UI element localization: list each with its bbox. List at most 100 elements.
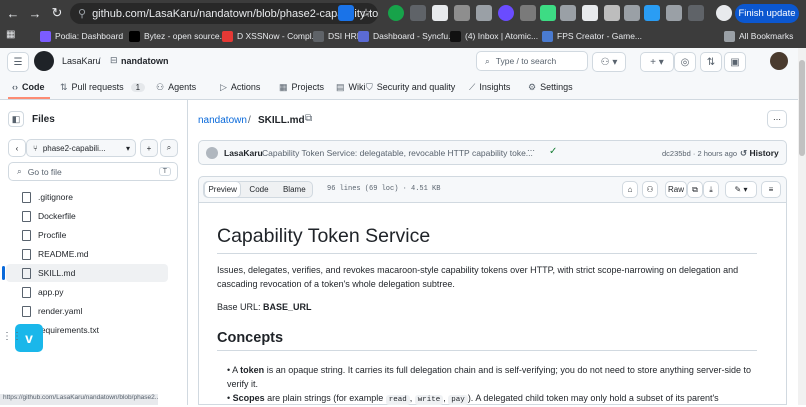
address-bar[interactable]: ⚲ github.com/LasaKaru/nandatown/blob/phas… — [70, 3, 378, 24]
search-input[interactable]: ⌕ Type / to search — [476, 51, 588, 71]
file-tree-item[interactable]: Dockerfile — [6, 207, 168, 225]
copilot-button[interactable]: ⚇ ▾ — [592, 52, 626, 72]
reload-icon[interactable]: ↻ — [46, 2, 68, 24]
bookmark-label: Bytez - open source... — [144, 31, 227, 41]
forward-icon[interactable]: → — [24, 2, 46, 24]
preview-tab[interactable]: Preview — [204, 181, 242, 198]
create-new-button[interactable]: + ▾ — [640, 52, 674, 72]
bookmark-item[interactable]: FPS Creator - Game... — [542, 28, 642, 44]
tab-settings[interactable]: ⚙ Settings — [528, 78, 573, 96]
copy-path-icon[interactable]: ⧉ — [305, 113, 312, 124]
download-icon[interactable]: ⤓ — [703, 181, 719, 198]
tab-projects[interactable]: ▦ Projects — [279, 78, 324, 96]
pull-requests-icon[interactable]: ⇅ — [700, 52, 722, 72]
extension-icon[interactable] — [454, 5, 470, 21]
tab-agents[interactable]: ⚇ Agents — [156, 78, 196, 96]
commit-author[interactable]: LasaKaru — [224, 148, 263, 158]
scrollbar-thumb[interactable] — [799, 60, 805, 156]
file-tree-item[interactable]: .gitignore — [6, 188, 168, 206]
all-bookmarks[interactable]: All Bookmarks — [724, 28, 793, 44]
github-logo-icon[interactable] — [34, 51, 54, 71]
file-icon — [22, 267, 31, 279]
notifications-icon[interactable]: ▣ — [724, 52, 746, 72]
go-to-file-placeholder: Go to file — [27, 166, 62, 177]
extension-icon[interactable] — [476, 5, 492, 21]
extension-icon[interactable] — [410, 5, 426, 21]
menu-icon[interactable]: ☰ — [7, 52, 29, 72]
open-symbols-icon[interactable]: ⌂ — [622, 181, 638, 198]
bookmark-item[interactable]: Bytez - open source... — [129, 28, 227, 44]
grammarly-icon[interactable] — [388, 5, 404, 21]
bookmark-item[interactable]: Dashboard - Syncfu... — [358, 28, 455, 44]
edit-button[interactable]: ✎ ▾ — [725, 181, 757, 198]
collapse-sidebar-icon[interactable]: ◧ — [8, 111, 24, 127]
puzzle-icon[interactable] — [688, 5, 704, 21]
finish-update-button[interactable]: Finish update — [735, 4, 799, 23]
go-to-file-input[interactable]: ⌕ Go to file T — [8, 162, 178, 181]
file-name-label: requirements.txt — [38, 325, 99, 335]
copy-icon[interactable]: ⧉ — [687, 181, 703, 198]
bookmark-favicon-icon — [358, 30, 369, 42]
bookmark-item[interactable]: D XSSNow - Compl... — [222, 28, 319, 44]
back-button[interactable]: ‹ — [8, 139, 26, 157]
extension-icon[interactable] — [624, 5, 640, 21]
branch-icon: ⑂ — [33, 143, 38, 153]
code-tab[interactable]: Code — [241, 185, 276, 194]
bookmark-favicon-icon — [542, 30, 553, 42]
tab-code[interactable]: ‹› Code — [12, 78, 45, 96]
file-tree-item[interactable]: render.yaml — [6, 302, 168, 320]
code-read: read — [385, 395, 410, 405]
drag-handle-icon[interactable]: ⋮⋮ — [2, 331, 22, 342]
issues-icon[interactable]: ◎ — [674, 52, 696, 72]
bookmark-item[interactable]: (4) Inbox | Atomic... — [450, 28, 538, 44]
screen-share-icon[interactable] — [338, 5, 354, 21]
history-button[interactable]: ↺ History — [740, 148, 779, 159]
selected-indicator — [2, 266, 5, 280]
tab-insights[interactable]: ⟋ Insights — [469, 78, 510, 96]
add-file-button[interactable]: + — [140, 139, 158, 157]
url-text: github.com/LasaKaru/nandatown/blob/phase… — [92, 7, 378, 20]
extension-icon[interactable] — [666, 5, 682, 21]
star-icon[interactable]: ☆ — [358, 5, 374, 21]
bookmark-label: Podia: Dashboard — [55, 31, 124, 41]
file-icon — [22, 286, 31, 298]
more-options-button[interactable]: ⋯ — [767, 110, 787, 128]
commit-details-icon[interactable]: ⋯ — [527, 146, 535, 155]
tab-security-and-quality[interactable]: ⛉ Security and quality — [366, 78, 455, 96]
repo-owner[interactable]: LasaKaru — [62, 56, 101, 66]
raw-button[interactable]: Raw — [665, 181, 687, 198]
blame-tab[interactable]: Blame — [277, 185, 312, 194]
bookmark-item[interactable]: Podia: Dashboard — [40, 28, 123, 44]
extension-icon[interactable] — [520, 5, 536, 21]
tab-actions[interactable]: ▷ Actions — [220, 78, 260, 96]
avatar[interactable] — [770, 52, 788, 70]
commit-hash[interactable]: dc235bd — [662, 149, 691, 158]
extension-icon[interactable] — [582, 5, 598, 21]
profile-icon[interactable] — [716, 5, 732, 21]
apps-grid-icon[interactable]: ▦ — [6, 29, 18, 41]
file-tree-item[interactable]: app.py — [6, 283, 168, 301]
bookmark-favicon-icon — [450, 30, 461, 42]
copilot-icon[interactable]: ⚇ — [642, 181, 658, 198]
extension-icon[interactable] — [540, 5, 556, 21]
extension-icon[interactable] — [432, 5, 448, 21]
page-scrollbar[interactable] — [798, 48, 806, 405]
file-tree-item[interactable]: Procfile — [6, 226, 168, 244]
extension-icon[interactable] — [498, 5, 514, 21]
tab-wiki[interactable]: ▤ Wiki — [336, 78, 366, 96]
file-icon — [22, 305, 31, 317]
breadcrumb-repo-link[interactable]: nandatown — [198, 115, 247, 126]
symbols-panel-icon[interactable]: ≡ — [761, 181, 781, 198]
file-tree-item[interactable]: SKILL.md — [2, 264, 168, 282]
extension-icon[interactable] — [604, 5, 620, 21]
file-tree-item[interactable]: README.md — [6, 245, 168, 263]
branch-selector[interactable]: ⑂ phase2-capabili... ▾ — [26, 139, 136, 157]
tab-pull-requests[interactable]: ⇅ Pull requests 1 — [60, 78, 146, 96]
search-files-button[interactable]: ⌕ — [160, 139, 178, 157]
vimeo-icon[interactable] — [644, 5, 660, 21]
check-icon[interactable]: ✓ — [549, 146, 557, 157]
repo-name[interactable]: nandatown — [121, 56, 169, 66]
back-icon[interactable]: ← — [2, 2, 24, 24]
extension-icon[interactable] — [560, 5, 576, 21]
commit-message[interactable]: Capability Token Service: delegatable, r… — [262, 148, 533, 158]
